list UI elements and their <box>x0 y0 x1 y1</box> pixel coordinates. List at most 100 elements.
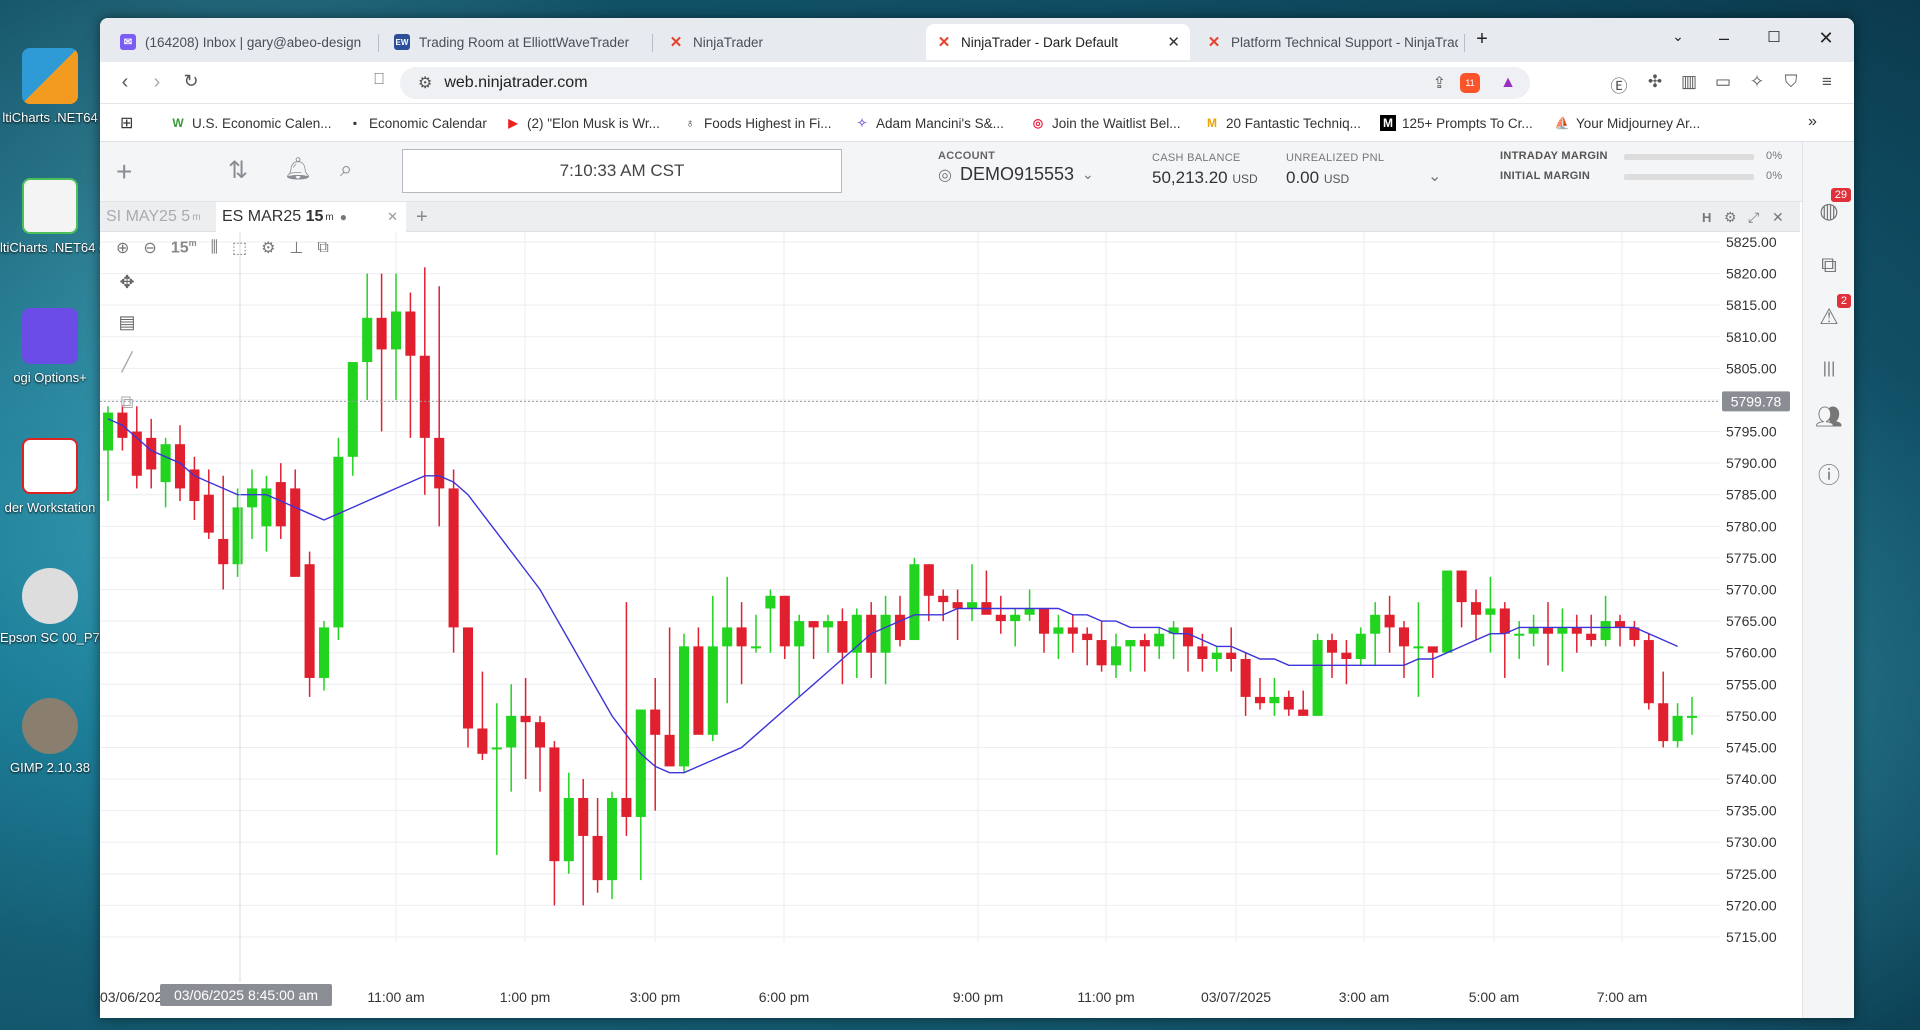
bookmark-icon[interactable]: ⎕ <box>366 71 392 89</box>
zoom-in-icon[interactable]: ⊕ <box>116 238 129 258</box>
indicators-icon[interactable]: ⊥ <box>289 238 303 258</box>
bookmark-item[interactable]: ⛵ Your Midjourney Ar... <box>1554 115 1701 131</box>
bookmark-item[interactable]: ◎ Join the Waitlist Bel... <box>1030 115 1181 131</box>
search-icon[interactable]: ⌕ <box>340 156 352 182</box>
browser-tab-ninjatrader[interactable]: ✕ NinjaTrader <box>658 24 920 60</box>
chart-tab-si[interactable]: SI MAY25 5m <box>100 202 207 232</box>
chat-icon[interactable]: ⧉ <box>1815 252 1843 280</box>
line-tool-icon[interactable]: ╱ <box>116 352 138 392</box>
candle-body <box>822 621 834 628</box>
desktop-icon-epson[interactable]: Epson SC 00_P7000_P80... <box>0 568 100 646</box>
chart-tab-unit: m <box>192 211 201 223</box>
add-icon[interactable]: + <box>116 156 132 188</box>
hide-header-button[interactable]: H <box>1696 202 1717 232</box>
dom-icon[interactable]: ||| <box>1815 360 1843 388</box>
extensions-puzzle-icon[interactable]: ✣ <box>1644 72 1666 92</box>
more-bookmarks-icon[interactable]: » <box>1808 113 1817 131</box>
order-entry-arrows-icon[interactable]: ⇅ <box>228 156 248 185</box>
zoom-out-icon[interactable]: ⊖ <box>143 238 156 258</box>
bookmark-item[interactable]: ♁ Foods Highest in Fi... <box>682 115 832 131</box>
initial-margin-pct: 0% <box>1766 170 1783 182</box>
account-selector[interactable]: ◎ DEMO915553 ⌄ <box>938 164 1094 185</box>
cash-unit: USD <box>1232 172 1258 186</box>
browser-tab-support[interactable]: ✕ Platform Technical Support - NinjaTrad… <box>1196 24 1458 60</box>
interval-button[interactable]: 15m <box>171 238 197 257</box>
select-region-icon[interactable]: ⬚ <box>232 238 247 258</box>
portfolio-trader-icon <box>22 178 78 234</box>
candle-body <box>1528 627 1539 634</box>
bookmark-item[interactable]: M 20 Fantastic Techniq... <box>1204 115 1361 131</box>
url-bar[interactable]: ⚙ web.ninjatrader.com ⇪ 11 ▲ <box>400 67 1530 99</box>
drawing-tools: ✥ ▤ ╱ ⧉ <box>116 272 138 432</box>
close-window-button[interactable]: ✕ <box>1814 28 1838 49</box>
url-text[interactable]: web.ninjatrader.com <box>444 74 587 92</box>
candle-body <box>290 488 301 577</box>
candle-body <box>606 798 618 881</box>
cash-balance: 50,213.20 USD <box>1152 168 1258 188</box>
candle-body <box>1384 614 1395 628</box>
desktop-icon-gimp[interactable]: GIMP 2.10.38 <box>0 698 100 776</box>
site-settings-icon[interactable]: ⚙ <box>418 73 432 93</box>
community-icon[interactable]: 👥︎ <box>1815 404 1843 432</box>
add-chart-tab-icon[interactable]: + <box>410 202 434 232</box>
wallet-icon[interactable]: ▭ <box>1712 72 1734 92</box>
sidebar-icon[interactable]: ▥ <box>1678 72 1700 92</box>
pnl-chevron-down-icon[interactable]: ⌄ <box>1428 166 1441 186</box>
new-tab-button[interactable]: + <box>1470 28 1494 51</box>
desktop-icon-logi-options[interactable]: ogi Options+ <box>0 308 100 386</box>
vpn-shield-icon[interactable]: ⛉ <box>1780 72 1802 92</box>
crosshair-tool-icon[interactable]: ✥ <box>116 272 138 312</box>
bookmark-item[interactable]: W U.S. Economic Calen... <box>170 115 331 131</box>
bar-type-icon[interactable]: ⫼ <box>211 239 218 257</box>
bookmark-item[interactable]: ▶ (2) "Elon Musk is Wr... <box>505 115 659 131</box>
minimize-button[interactable]: – <box>1712 28 1736 49</box>
desktop-icon-portfolio-trader[interactable]: ltiCharts .NET64 ortfolio Trader <box>0 178 100 256</box>
candle-body <box>506 715 517 748</box>
notes-tool-icon[interactable]: ▤ <box>116 312 138 352</box>
brave-shield-icon[interactable]: 11 <box>1460 73 1480 93</box>
bookmark-item[interactable]: ✧ Adam Mancini's S&... <box>854 115 1004 131</box>
alert-icon[interactable]: ⚠ 2 <box>1815 294 1851 332</box>
chart-tab-es[interactable]: ES MAR25 15 m ● ✕ <box>216 202 406 232</box>
help-icon[interactable]: ⓘ <box>1815 458 1843 488</box>
bookmark-favicon-icon: M <box>1207 116 1217 130</box>
close-chart-tab-icon[interactable]: ✕ <box>387 209 398 225</box>
tab-label: NinjaTrader - Dark Default <box>961 34 1119 50</box>
close-tab-icon[interactable]: ✕ <box>1167 33 1180 51</box>
desktop-icon-multicharts[interactable]: ltiCharts .NET64 <box>0 48 100 126</box>
cash-balance-value: 50,213.20 <box>1152 168 1228 187</box>
browser-tab-inbox[interactable]: ✉ (164208) Inbox | gary@abeo-design <box>110 24 372 60</box>
maximize-button[interactable]: ☐ <box>1762 28 1786 46</box>
browser-tab-elliottwave[interactable]: EW Trading Room at ElliottWaveTrader <box>384 24 646 60</box>
bookmark-item[interactable]: ▪ Economic Calendar <box>347 115 487 131</box>
browser-tab-ninjatrader-dark[interactable]: ✕ NinjaTrader - Dark Default ✕ <box>926 24 1190 60</box>
tab-label: NinjaTrader <box>693 34 764 50</box>
mail-icon: ✉ <box>120 34 136 50</box>
bookmark-item[interactable]: M 125+ Prompts To Cr... <box>1380 115 1533 131</box>
y-tick-label: 5715.00 <box>1726 929 1777 945</box>
tab-search-chevron-icon[interactable]: ⌄ <box>1666 28 1690 45</box>
brave-rewards-icon[interactable]: ▲ <box>1500 74 1516 92</box>
globe-icon[interactable]: ◍ 29 <box>1815 188 1851 226</box>
back-icon[interactable]: ‹ <box>112 71 138 94</box>
price-chart[interactable]: 5825.005820.005815.005810.005805.005800.… <box>100 232 1800 1018</box>
popout-icon[interactable]: ⤢ <box>1742 202 1765 232</box>
leo-ai-icon[interactable]: ✧ <box>1746 72 1768 92</box>
bell-icon[interactable]: 🔔︎ <box>284 156 312 182</box>
desktop-icon-trader-workstation[interactable]: der Workstation <box>0 438 100 516</box>
reload-icon[interactable]: ↻ <box>178 71 204 92</box>
x-tick-label: 6:00 pm <box>759 989 810 1005</box>
forward-icon[interactable]: › <box>144 71 170 94</box>
copy-tool-icon[interactable]: ⧉ <box>116 392 138 432</box>
chart-settings-gear-icon[interactable]: ⚙ <box>1718 202 1743 232</box>
templates-icon[interactable]: ⧉ <box>317 239 328 257</box>
extension-e-icon[interactable]: Ⓔ <box>1608 72 1630 97</box>
settings-gear-icon[interactable]: ⚙ <box>261 238 275 258</box>
share-icon[interactable]: ⇪ <box>1433 73 1446 93</box>
y-tick-label: 5790.00 <box>1726 455 1777 471</box>
close-chart-icon[interactable]: ✕ <box>1766 202 1790 232</box>
browser-window: ✉ (164208) Inbox | gary@abeo-design EW T… <box>100 18 1854 1018</box>
desktop-icon-label: Epson SC 00_P7000_P80... <box>0 630 100 645</box>
menu-icon[interactable]: ≡ <box>1816 72 1838 92</box>
apps-grid-icon[interactable]: ⊞ <box>120 113 133 133</box>
